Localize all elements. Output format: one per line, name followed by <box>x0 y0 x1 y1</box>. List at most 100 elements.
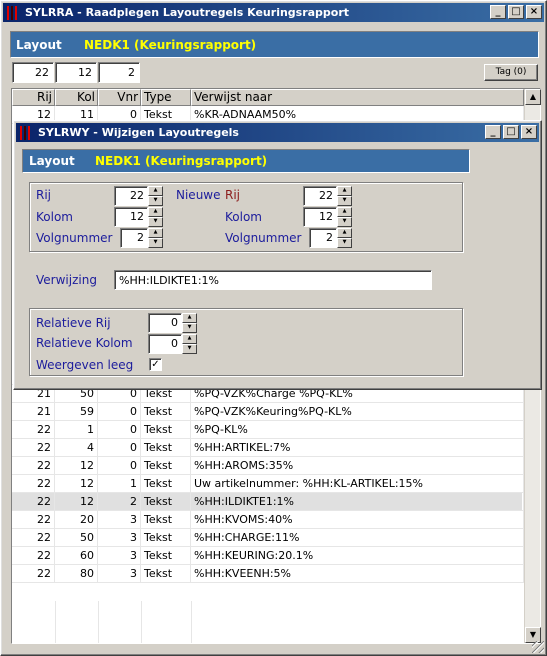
volgnummer-up-arrow[interactable]: ▲ <box>148 228 163 238</box>
dialog-minimize-button[interactable]: _ <box>485 125 501 139</box>
verwijzing-label: Verwijzing <box>36 273 97 287</box>
filter-rij-field[interactable]: 22 <box>12 62 54 83</box>
volgnummer-value[interactable]: 2 <box>120 228 148 248</box>
table-row[interactable]: 22 20 3 Tekst %HH:KVOMS:40% <box>12 511 524 529</box>
cell-vnr: 3 <box>98 511 141 529</box>
layout-label: Layout <box>16 37 62 52</box>
nieuwe-rij-up-arrow[interactable]: ▲ <box>337 186 352 196</box>
filter-kolom-field[interactable]: 12 <box>55 62 97 83</box>
cell-rij: 22 <box>12 493 55 511</box>
nieuwe-kolom-spinner[interactable]: 12 ▲ ▼ <box>303 207 352 227</box>
table-row[interactable]: 22 12 0 Tekst %HH:AROMS:35% <box>12 457 524 475</box>
minimize-button[interactable]: _ <box>490 5 506 19</box>
cell-vnr: 0 <box>98 421 141 439</box>
rij-value[interactable]: 22 <box>114 186 148 206</box>
table-row[interactable]: 22 4 0 Tekst %HH:ARTIKEL:7% <box>12 439 524 457</box>
cell-kol: 12 <box>55 457 98 475</box>
table-row[interactable]: 22 12 1 Tekst Uw artikelnummer: %HH:KL-ARTIK… <box>12 475 524 493</box>
volgnummer-down-arrow[interactable]: ▼ <box>148 238 163 248</box>
maximize-button[interactable]: □ <box>508 5 524 19</box>
kolom-spinner[interactable]: 12 ▲ ▼ <box>114 207 163 227</box>
main-titlebar[interactable]: SYLRRA - Raadplegen Layoutregels Keuring… <box>3 3 544 22</box>
relatieve-rij-value[interactable]: 0 <box>148 313 182 333</box>
relatieve-rij-spinner[interactable]: 0 ▲ ▼ <box>148 313 197 333</box>
cell-kol: 12 <box>55 475 98 493</box>
cell-type: Tekst <box>141 493 191 511</box>
dialog-titlebar[interactable]: SYLRWY - Wijzigen Layoutregels _ □ × <box>16 123 539 142</box>
table-row[interactable]: 22 12 2 Tekst %HH:ILDIKTE1:1% <box>12 493 524 511</box>
cell-rij: 22 <box>12 439 55 457</box>
relatieve-kolom-value[interactable]: 0 <box>148 334 182 354</box>
kolom-up-arrow[interactable]: ▲ <box>148 207 163 217</box>
nieuwe-rij-spinner[interactable]: 22 ▲ ▼ <box>303 186 352 206</box>
cell-kol: 50 <box>55 529 98 547</box>
cell-verwijst-naar: %HH:KEURING:20.1% <box>191 547 524 565</box>
nieuwe-volgnummer-value[interactable]: 2 <box>309 228 337 248</box>
dialog-layout-value: NEDK1 (Keuringsrapport) <box>95 154 268 168</box>
cell-type: Tekst <box>141 439 191 457</box>
cell-vnr: 3 <box>98 529 141 547</box>
verwijzing-input[interactable]: %HH:ILDIKTE1:1% <box>114 270 432 290</box>
cell-kol: 59 <box>55 403 98 421</box>
filter-volgnummer-field[interactable]: 2 <box>98 62 140 83</box>
main-layout-banner: Layout NEDK1 (Keuringsrapport) <box>10 31 539 58</box>
cell-type: Tekst <box>141 457 191 475</box>
nieuwe-volgnummer-up-arrow[interactable]: ▲ <box>337 228 352 238</box>
dialog-close-button[interactable]: × <box>521 125 537 139</box>
nieuwe-volgnummer-spinner[interactable]: 2 ▲ ▼ <box>309 228 352 248</box>
cell-rij: 22 <box>12 475 55 493</box>
nieuwe-label: Nieuwe <box>176 188 221 202</box>
table-row[interactable]: 22 50 3 Tekst %HH:CHARGE:11% <box>12 529 524 547</box>
table-row[interactable]: 22 1 0 Tekst %PQ-KL% <box>12 421 524 439</box>
dialog-maximize-button[interactable]: □ <box>503 125 519 139</box>
col-header-rij[interactable]: Rij <box>12 89 55 106</box>
cell-vnr: 2 <box>98 493 141 511</box>
weergeven-leeg-label: Weergeven leeg <box>36 358 134 372</box>
tag-button[interactable]: Tag (0) <box>484 64 538 81</box>
cell-type: Tekst <box>141 547 191 565</box>
relatieve-rij-down-arrow[interactable]: ▼ <box>182 323 197 333</box>
volgnummer-label: Volgnummer <box>36 231 113 245</box>
kolom-value[interactable]: 12 <box>114 207 148 227</box>
nieuwe-volgnummer-down-arrow[interactable]: ▼ <box>337 238 352 248</box>
rij-spinner[interactable]: 22 ▲ ▼ <box>114 186 163 206</box>
layout-value: NEDK1 (Keuringsrapport) <box>84 37 257 52</box>
col-header-kol[interactable]: Kol <box>55 89 98 106</box>
table-row[interactable]: 22 80 3 Tekst %HH:KVEENH:5% <box>12 565 524 583</box>
nieuwe-volgnummer-label: Volgnummer <box>225 231 302 245</box>
relatieve-kolom-down-arrow[interactable]: ▼ <box>182 344 197 354</box>
rij-label: Rij <box>36 188 52 202</box>
dialog-app-icon <box>20 125 33 140</box>
scroll-up-button[interactable]: ▲ <box>525 89 541 105</box>
table-row[interactable]: 21 59 0 Tekst %PQ-VZK%Keuring%PQ-KL% <box>12 403 524 421</box>
rij-up-arrow[interactable]: ▲ <box>148 186 163 196</box>
resize-grip[interactable] <box>532 641 544 653</box>
nieuwe-kolom-value[interactable]: 12 <box>303 207 337 227</box>
col-header-verwijst-naar[interactable]: Verwijst naar <box>191 89 524 106</box>
cell-verwijst-naar: %HH:AROMS:35% <box>191 457 524 475</box>
kolom-down-arrow[interactable]: ▼ <box>148 217 163 227</box>
col-header-vnr[interactable]: Vnr <box>98 89 141 106</box>
relatieve-kolom-spinner[interactable]: 0 ▲ ▼ <box>148 334 197 354</box>
cell-verwijst-naar: %HH:CHARGE:11% <box>191 529 524 547</box>
nieuwe-kolom-down-arrow[interactable]: ▼ <box>337 217 352 227</box>
weergeven-leeg-checkbox[interactable]: ✓ <box>149 358 162 371</box>
cell-verwijst-naar: %PQ-KL% <box>191 421 524 439</box>
cell-rij: 22 <box>12 529 55 547</box>
nieuwe-rij-down-arrow[interactable]: ▼ <box>337 196 352 206</box>
cell-vnr: 0 <box>98 403 141 421</box>
nieuwe-rij-value[interactable]: 22 <box>303 186 337 206</box>
relatieve-rij-up-arrow[interactable]: ▲ <box>182 313 197 323</box>
rij-down-arrow[interactable]: ▼ <box>148 196 163 206</box>
table-row[interactable]: 22 60 3 Tekst %HH:KEURING:20.1% <box>12 547 524 565</box>
relatieve-kolom-label: Relatieve Kolom <box>36 336 133 350</box>
cell-type: Tekst <box>141 403 191 421</box>
close-button[interactable]: × <box>526 5 542 19</box>
cell-verwijst-naar: %HH:ARTIKEL:7% <box>191 439 524 457</box>
cell-type: Tekst <box>141 529 191 547</box>
nieuwe-kolom-up-arrow[interactable]: ▲ <box>337 207 352 217</box>
relatieve-kolom-up-arrow[interactable]: ▲ <box>182 334 197 344</box>
volgnummer-spinner[interactable]: 2 ▲ ▼ <box>120 228 163 248</box>
cell-vnr: 0 <box>98 439 141 457</box>
col-header-type[interactable]: Type <box>141 89 191 106</box>
